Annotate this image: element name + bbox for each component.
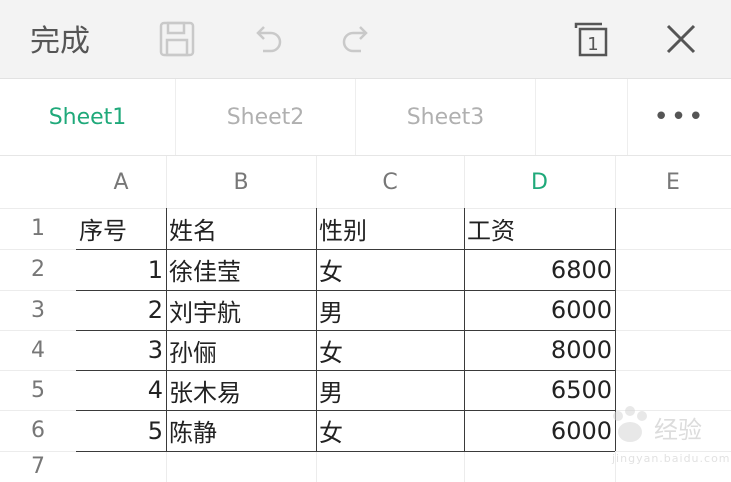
row-header-5[interactable]: 5 [0, 370, 76, 410]
row-header-6[interactable]: 6 [0, 410, 76, 451]
watermark-url: jingyan.baidu.com [612, 452, 731, 465]
cell-b2[interactable]: 徐佳莹 [166, 249, 316, 290]
tab-sheet2[interactable]: Sheet2 [176, 79, 356, 155]
column-header-a[interactable]: A [76, 156, 166, 208]
cell-a6[interactable]: 5 [76, 410, 166, 451]
cell-b5[interactable]: 张木易 [166, 370, 316, 410]
done-button[interactable]: 完成 [30, 16, 90, 60]
redo-icon[interactable] [336, 18, 378, 60]
cell-d6[interactable]: 6000 [464, 410, 615, 451]
row-header-7[interactable]: 7 [0, 451, 76, 482]
row-header-2[interactable]: 2 [0, 249, 76, 290]
cell-a3[interactable]: 2 [76, 290, 166, 330]
cell-b1[interactable]: 姓名 [166, 208, 316, 249]
cell-d1[interactable]: 工资 [464, 208, 615, 249]
sheet-tabs: Sheet1 Sheet2 Sheet3 ••• [0, 79, 731, 156]
row-header-3[interactable]: 3 [0, 290, 76, 330]
column-header-c[interactable]: C [316, 156, 464, 208]
cell-c1[interactable]: 性别 [316, 208, 464, 249]
row-header-4[interactable]: 4 [0, 330, 76, 370]
cell-a5[interactable]: 4 [76, 370, 166, 410]
undo-icon[interactable] [246, 18, 288, 60]
cell-a2[interactable]: 1 [76, 249, 166, 290]
cell-c5[interactable]: 男 [316, 370, 464, 410]
save-icon[interactable] [156, 18, 198, 60]
column-header-b[interactable]: B [166, 156, 316, 208]
close-icon[interactable] [660, 18, 702, 60]
sheet-count-label: 1 [587, 34, 598, 55]
cell-c6[interactable]: 女 [316, 410, 464, 451]
cell-d4[interactable]: 8000 [464, 330, 615, 370]
column-header-d[interactable]: D [464, 156, 615, 208]
cell-b6[interactable]: 陈静 [166, 410, 316, 451]
more-icon[interactable]: ••• [628, 79, 731, 155]
row-header-1[interactable]: 1 [0, 208, 76, 249]
cell-c2[interactable]: 女 [316, 249, 464, 290]
sheet-count-icon[interactable]: 1 [570, 18, 612, 60]
cell-b4[interactable]: 孙俪 [166, 330, 316, 370]
cell-c3[interactable]: 男 [316, 290, 464, 330]
cell-a4[interactable]: 3 [76, 330, 166, 370]
cell-a1[interactable]: 序号 [76, 208, 166, 249]
watermark-text: 经验 [654, 416, 702, 444]
tab-empty [536, 79, 628, 155]
top-toolbar: 完成 1 [0, 0, 731, 79]
column-header-e[interactable]: E [615, 156, 731, 208]
cell-c4[interactable]: 女 [316, 330, 464, 370]
cell-d2[interactable]: 6800 [464, 249, 615, 290]
tab-sheet1[interactable]: Sheet1 [0, 79, 176, 155]
tab-sheet3[interactable]: Sheet3 [356, 79, 536, 155]
cell-b3[interactable]: 刘宇航 [166, 290, 316, 330]
cell-d3[interactable]: 6000 [464, 290, 615, 330]
cell-d5[interactable]: 6500 [464, 370, 615, 410]
